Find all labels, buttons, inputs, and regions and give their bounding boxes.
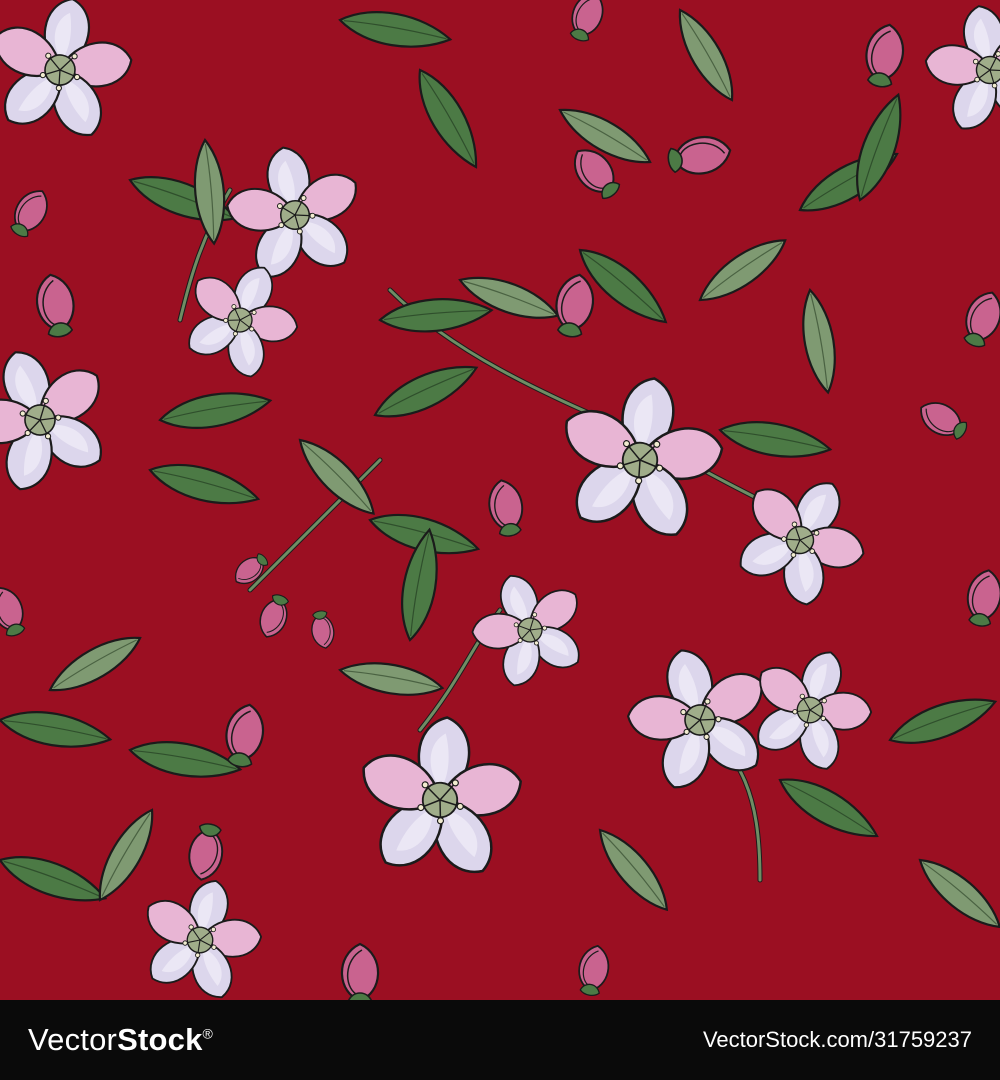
registered-mark: ® — [202, 1025, 214, 1042]
logo-text-stock: Stock — [117, 1022, 203, 1057]
vectorstock-logo: VectorStock® — [28, 1022, 213, 1058]
floral-pattern — [0, 0, 1000, 1000]
image-credit: VectorStock.com/31759237 — [702, 1027, 972, 1052]
watermark-bar: VectorStock® VectorStock.com/31759237 — [0, 1000, 1000, 1080]
image-canvas: VectorStock® VectorStock.com/31759237 — [0, 0, 1000, 1080]
logo-text-vector: Vector — [28, 1022, 118, 1057]
